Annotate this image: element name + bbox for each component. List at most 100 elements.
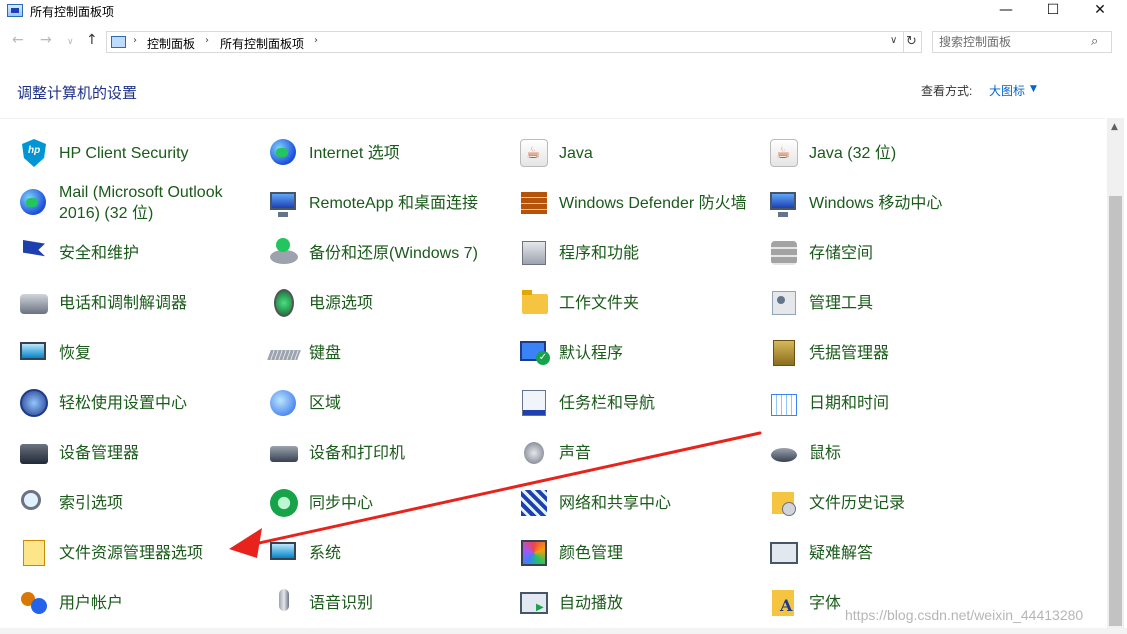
item-default-programs[interactable]: 默认程序 bbox=[517, 330, 757, 376]
item-label: Mail (Microsoft Outlook 2016) (32 位) bbox=[59, 184, 223, 222]
address-dropdown-icon[interactable]: ∨ bbox=[890, 35, 897, 46]
item-sound[interactable]: 声音 bbox=[517, 430, 757, 476]
item-recovery[interactable]: 恢复 bbox=[17, 330, 257, 376]
up-arrow-icon[interactable]: ↑ bbox=[86, 32, 98, 48]
vertical-scrollbar[interactable]: ▲ bbox=[1107, 118, 1124, 634]
item-devices-printers[interactable]: 设备和打印机 bbox=[267, 430, 507, 476]
item-work-folders[interactable]: 工作文件夹 bbox=[517, 280, 757, 326]
item-remoteapp[interactable]: RemoteApp 和桌面连接 bbox=[267, 180, 507, 226]
item-label: 同步中心 bbox=[309, 494, 374, 512]
dropdown-caret-icon[interactable]: ▼ bbox=[1030, 84, 1037, 94]
item-windows-defender-firewall[interactable]: Windows Defender 防火墙 bbox=[517, 180, 757, 226]
network-icon bbox=[517, 486, 551, 520]
item-administrative-tools[interactable]: 管理工具 bbox=[767, 280, 1007, 326]
item-network-sharing-center[interactable]: 网络和共享中心 bbox=[517, 480, 757, 526]
control-panel-items: HP Client Security Internet 选项 Java Java… bbox=[0, 118, 1105, 634]
breadcrumb-control-panel[interactable]: 控制面板 bbox=[147, 35, 195, 52]
item-label: 网络和共享中心 bbox=[559, 494, 672, 512]
control-panel-icon bbox=[7, 4, 23, 17]
close-button[interactable]: ✕ bbox=[1077, 0, 1123, 22]
refresh-button[interactable]: ↻ bbox=[902, 31, 922, 53]
item-label: Java (32 位) bbox=[809, 144, 897, 162]
item-phone-modem[interactable]: 电话和调制解调器 bbox=[17, 280, 257, 326]
item-label: 语音识别 bbox=[309, 594, 374, 612]
forward-arrow-icon[interactable]: → bbox=[40, 32, 52, 48]
item-autoplay[interactable]: 自动播放 bbox=[517, 580, 757, 626]
default-programs-icon bbox=[517, 336, 551, 370]
item-mouse[interactable]: 鼠标 bbox=[767, 430, 1007, 476]
credential-safe-icon bbox=[767, 336, 801, 370]
item-mail[interactable]: Mail (Microsoft Outlook 2016) (32 位) bbox=[17, 180, 257, 226]
item-region[interactable]: 区域 bbox=[267, 380, 507, 426]
item-label: 安全和维护 bbox=[59, 244, 140, 262]
item-programs-features[interactable]: 程序和功能 bbox=[517, 230, 757, 276]
item-java[interactable]: Java bbox=[517, 130, 757, 176]
search-input[interactable] bbox=[939, 34, 1089, 50]
scroll-thumb[interactable] bbox=[1109, 196, 1122, 626]
item-system[interactable]: 系统 bbox=[267, 530, 507, 576]
breadcrumb-all-items[interactable]: 所有控制面板项 bbox=[220, 35, 304, 52]
item-credential-manager[interactable]: 凭据管理器 bbox=[767, 330, 1007, 376]
item-label: 管理工具 bbox=[809, 294, 874, 312]
item-device-manager[interactable]: 设备管理器 bbox=[17, 430, 257, 476]
item-label: 键盘 bbox=[309, 344, 342, 362]
back-arrow-icon[interactable]: ← bbox=[12, 32, 24, 48]
item-storage-spaces[interactable]: 存储空间 bbox=[767, 230, 1007, 276]
speaker-icon bbox=[517, 436, 551, 470]
ease-of-access-icon bbox=[17, 386, 51, 420]
item-label: 用户帐户 bbox=[59, 594, 124, 612]
item-sync-center[interactable]: 同步中心 bbox=[267, 480, 507, 526]
item-java-32[interactable]: Java (32 位) bbox=[767, 130, 1007, 176]
item-file-history[interactable]: 文件历史记录 bbox=[767, 480, 1007, 526]
item-file-explorer-options[interactable]: 文件资源管理器选项 bbox=[17, 530, 257, 576]
item-taskbar-navigation[interactable]: 任务栏和导航 bbox=[517, 380, 757, 426]
item-label: 疑难解答 bbox=[809, 544, 874, 562]
sync-icon bbox=[267, 486, 301, 520]
item-speech-recognition[interactable]: 语音识别 bbox=[267, 580, 507, 626]
item-color-management[interactable]: 颜色管理 bbox=[517, 530, 757, 576]
item-user-accounts[interactable]: 用户帐户 bbox=[17, 580, 257, 626]
watermark: https://blog.csdn.net/weixin_44413280 bbox=[845, 607, 1084, 623]
window-title: 所有控制面板项 bbox=[30, 5, 115, 19]
item-date-time[interactable]: 日期和时间 bbox=[767, 380, 1007, 426]
microphone-icon bbox=[267, 586, 301, 620]
item-backup-restore[interactable]: 备份和还原(Windows 7) bbox=[267, 230, 507, 276]
item-label: 自动播放 bbox=[559, 594, 624, 612]
breadcrumb-separator[interactable]: › bbox=[133, 35, 137, 46]
item-troubleshooting[interactable]: 疑难解答 bbox=[767, 530, 1007, 576]
troubleshooting-icon bbox=[767, 536, 801, 570]
item-label: 恢复 bbox=[59, 344, 92, 362]
item-windows-mobility-center[interactable]: Windows 移动中心 bbox=[767, 180, 1007, 226]
java-icon bbox=[767, 136, 801, 170]
hp-shield-icon bbox=[17, 136, 51, 170]
item-label: 颜色管理 bbox=[559, 544, 624, 562]
breadcrumb-separator[interactable]: › bbox=[205, 35, 209, 46]
item-security-maintenance[interactable]: 安全和维护 bbox=[17, 230, 257, 276]
item-label: 存储空间 bbox=[809, 244, 874, 262]
search-icon[interactable]: ⌕ bbox=[1091, 34, 1098, 49]
search-box[interactable]: ⌕ bbox=[932, 31, 1112, 53]
scroll-up-arrow-icon[interactable]: ▲ bbox=[1111, 122, 1118, 132]
breadcrumb-separator[interactable]: › bbox=[314, 35, 318, 46]
item-label: 系统 bbox=[309, 544, 342, 562]
item-indexing-options[interactable]: 索引选项 bbox=[17, 480, 257, 526]
address-bar[interactable]: › 控制面板 › 所有控制面板项 › ∨ bbox=[106, 31, 904, 53]
maximize-button[interactable]: ☐ bbox=[1030, 0, 1076, 22]
folder-options-icon bbox=[17, 536, 51, 570]
item-hp-client-security[interactable]: HP Client Security bbox=[17, 130, 257, 176]
control-panel-icon bbox=[111, 36, 126, 48]
printer-icon bbox=[267, 436, 301, 470]
recent-locations-dropdown-icon[interactable]: ∨ bbox=[67, 37, 74, 47]
folder-icon bbox=[517, 286, 551, 320]
view-by-dropdown[interactable]: 大图标 bbox=[989, 82, 1025, 99]
item-label: 工作文件夹 bbox=[559, 294, 640, 312]
region-icon bbox=[267, 386, 301, 420]
title-bar: 所有控制面板项 — ☐ ✕ bbox=[0, 0, 1127, 22]
item-ease-of-access[interactable]: 轻松使用设置中心 bbox=[17, 380, 257, 426]
item-internet-options[interactable]: Internet 选项 bbox=[267, 130, 507, 176]
item-keyboard[interactable]: 键盘 bbox=[267, 330, 507, 376]
minimize-button[interactable]: — bbox=[983, 0, 1029, 22]
item-power-options[interactable]: 电源选项 bbox=[267, 280, 507, 326]
file-history-icon bbox=[767, 486, 801, 520]
item-label: 日期和时间 bbox=[809, 394, 890, 412]
